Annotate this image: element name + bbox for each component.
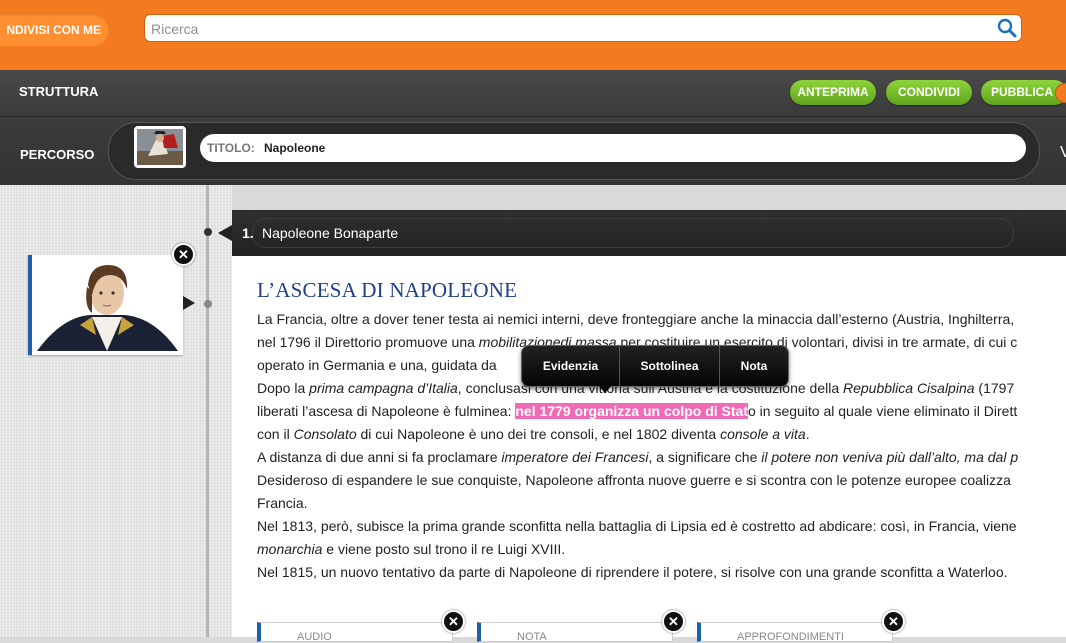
search-box[interactable]	[144, 14, 1022, 42]
line-text[interactable]: (1797	[975, 380, 1014, 396]
portrait-image[interactable]	[28, 255, 183, 355]
publish-label: PUBBLICA	[991, 85, 1053, 99]
line-text-italic[interactable]: imperatore dei Francesi	[501, 449, 648, 465]
search-input[interactable]	[149, 17, 993, 41]
title-field-label: TITOLO:	[207, 141, 255, 155]
content-line[interactable]: con il Consolato di cui Napoleone è uno …	[257, 423, 1066, 446]
line-text[interactable]: nel 1796 il Direttorio promuove una	[257, 334, 479, 350]
note-box[interactable]: NOTA	[477, 622, 673, 643]
content-line[interactable]: Francia.	[257, 492, 1066, 515]
structure-bar: STRUTTURA ANTEPRIMA CONDIVIDI PUBBLICA	[0, 70, 1066, 117]
insights-box[interactable]: APPROFONDIMENTI	[697, 622, 893, 643]
section-number: 1.	[242, 225, 254, 241]
line-text[interactable]: e viene posto sul trono il re Luigi XVII…	[322, 541, 565, 557]
timeline-dot	[204, 228, 212, 236]
path-bar-edge-letter: V	[1060, 144, 1066, 161]
highlight-button[interactable]: Evidenzia	[522, 346, 619, 386]
napoleon-portrait-icon	[37, 265, 178, 351]
path-thumbnail[interactable]	[134, 126, 186, 168]
audio-box-label: AUDIO	[297, 631, 332, 643]
content-line[interactable]: Nel 1815, un nuovo tentativo da parte di…	[257, 561, 1066, 584]
structure-label: STRUTTURA	[19, 84, 99, 99]
content-line[interactable]: Nel 1813, però, subisce la prima grande …	[257, 515, 1066, 538]
line-text[interactable]: Desideroso di espandere le sue conquiste…	[257, 472, 1011, 488]
line-text-italic[interactable]: il potere non veniva più dall’alto, ma d…	[761, 449, 1018, 465]
timeline-dot	[204, 300, 212, 308]
timeline-line	[206, 185, 209, 637]
line-text[interactable]: Nel 1815, un nuovo tentativo da parte di…	[257, 564, 1008, 580]
portrait-close-icon[interactable]: ✕	[172, 243, 195, 266]
insights-close-icon[interactable]: ✕	[882, 610, 905, 633]
napoleon-painting-icon	[137, 129, 183, 165]
line-text[interactable]: di cui Napoleone è uno dei tre consoli, …	[357, 426, 720, 442]
note-button[interactable]: Nota	[720, 346, 788, 386]
content-line[interactable]: monarchia e viene posto sul trono il re …	[257, 538, 1066, 561]
line-text-italic[interactable]: Consolato	[294, 426, 357, 442]
line-text-italic[interactable]: console a vita	[720, 426, 806, 442]
line-text[interactable]: Nel 1813, però, subisce la prima grande …	[257, 518, 1017, 534]
card-pointer-icon	[218, 225, 232, 241]
card-header: 1. Napoleone Bonaparte	[232, 210, 1066, 256]
line-text[interactable]: La Francia, oltre a dover tener testa ai…	[257, 311, 1014, 327]
line-text[interactable]: , a significare che	[648, 449, 761, 465]
popup-tail-icon	[598, 385, 612, 393]
line-text[interactable]: Dopo la	[257, 380, 309, 396]
audio-box[interactable]: AUDIO	[257, 622, 453, 643]
share-button[interactable]: CONDIVIDI	[886, 80, 972, 105]
portrait-pointer-icon	[183, 296, 195, 310]
content-line[interactable]: liberati l’ascesa di Napoleone è fulmine…	[257, 400, 1066, 423]
line-text[interactable]: liberati l’ascesa di Napoleone è fulmine…	[257, 403, 515, 419]
insights-box-label: APPROFONDIMENTI	[737, 631, 844, 643]
left-panel	[0, 185, 232, 637]
toggle-knob-icon[interactable]	[1055, 83, 1066, 103]
line-text[interactable]: operato in Germania e una, guidata da	[257, 357, 497, 373]
content-line[interactable]: A distanza di due anni si fa proclamare …	[257, 446, 1066, 469]
highlighted-selection[interactable]: nel 1779 organizza un colpo di Stat	[515, 403, 748, 419]
line-text-italic[interactable]: Repubblica Cisalpina	[843, 380, 975, 396]
section-title[interactable]: Napoleone Bonaparte	[262, 225, 398, 241]
line-text[interactable]: Francia.	[257, 495, 308, 511]
audio-close-icon[interactable]: ✕	[442, 610, 465, 633]
shared-with-me-button[interactable]: NDIVISI CON ME	[0, 14, 109, 46]
preview-button[interactable]: ANTEPRIMA	[790, 80, 876, 105]
line-text[interactable]: con il	[257, 426, 294, 442]
title-field[interactable]: TITOLO: Napoleone	[200, 134, 1026, 162]
content-heading: L’ASCESA DI NAPOLEONE	[257, 278, 518, 302]
line-text[interactable]: A distanza di due anni si fa proclamare	[257, 449, 501, 465]
line-text[interactable]: o in seguito al quale viene eliminato il…	[748, 403, 1017, 419]
path-label: PERCORSO	[20, 147, 95, 162]
note-box-label: NOTA	[517, 631, 547, 643]
search-icon[interactable]	[997, 18, 1017, 38]
title-field-value[interactable]: Napoleone	[264, 141, 325, 155]
line-text[interactable]: .	[806, 426, 810, 442]
line-text-italic[interactable]: monarchia	[257, 541, 322, 557]
publish-toggle[interactable]: PUBBLICA	[981, 80, 1066, 105]
text-action-popup: Evidenzia Sottolinea Nota	[521, 345, 789, 387]
note-close-icon[interactable]: ✕	[662, 610, 685, 633]
top-bar: NDIVISI CON ME	[0, 0, 1066, 72]
content-line[interactable]: La Francia, oltre a dover tener testa ai…	[257, 308, 1066, 331]
line-text-italic[interactable]: prima campagna d’Italia	[309, 380, 458, 396]
content-line[interactable]: Desideroso di espandere le sue conquiste…	[257, 469, 1066, 492]
underline-button[interactable]: Sottolinea	[620, 346, 719, 386]
